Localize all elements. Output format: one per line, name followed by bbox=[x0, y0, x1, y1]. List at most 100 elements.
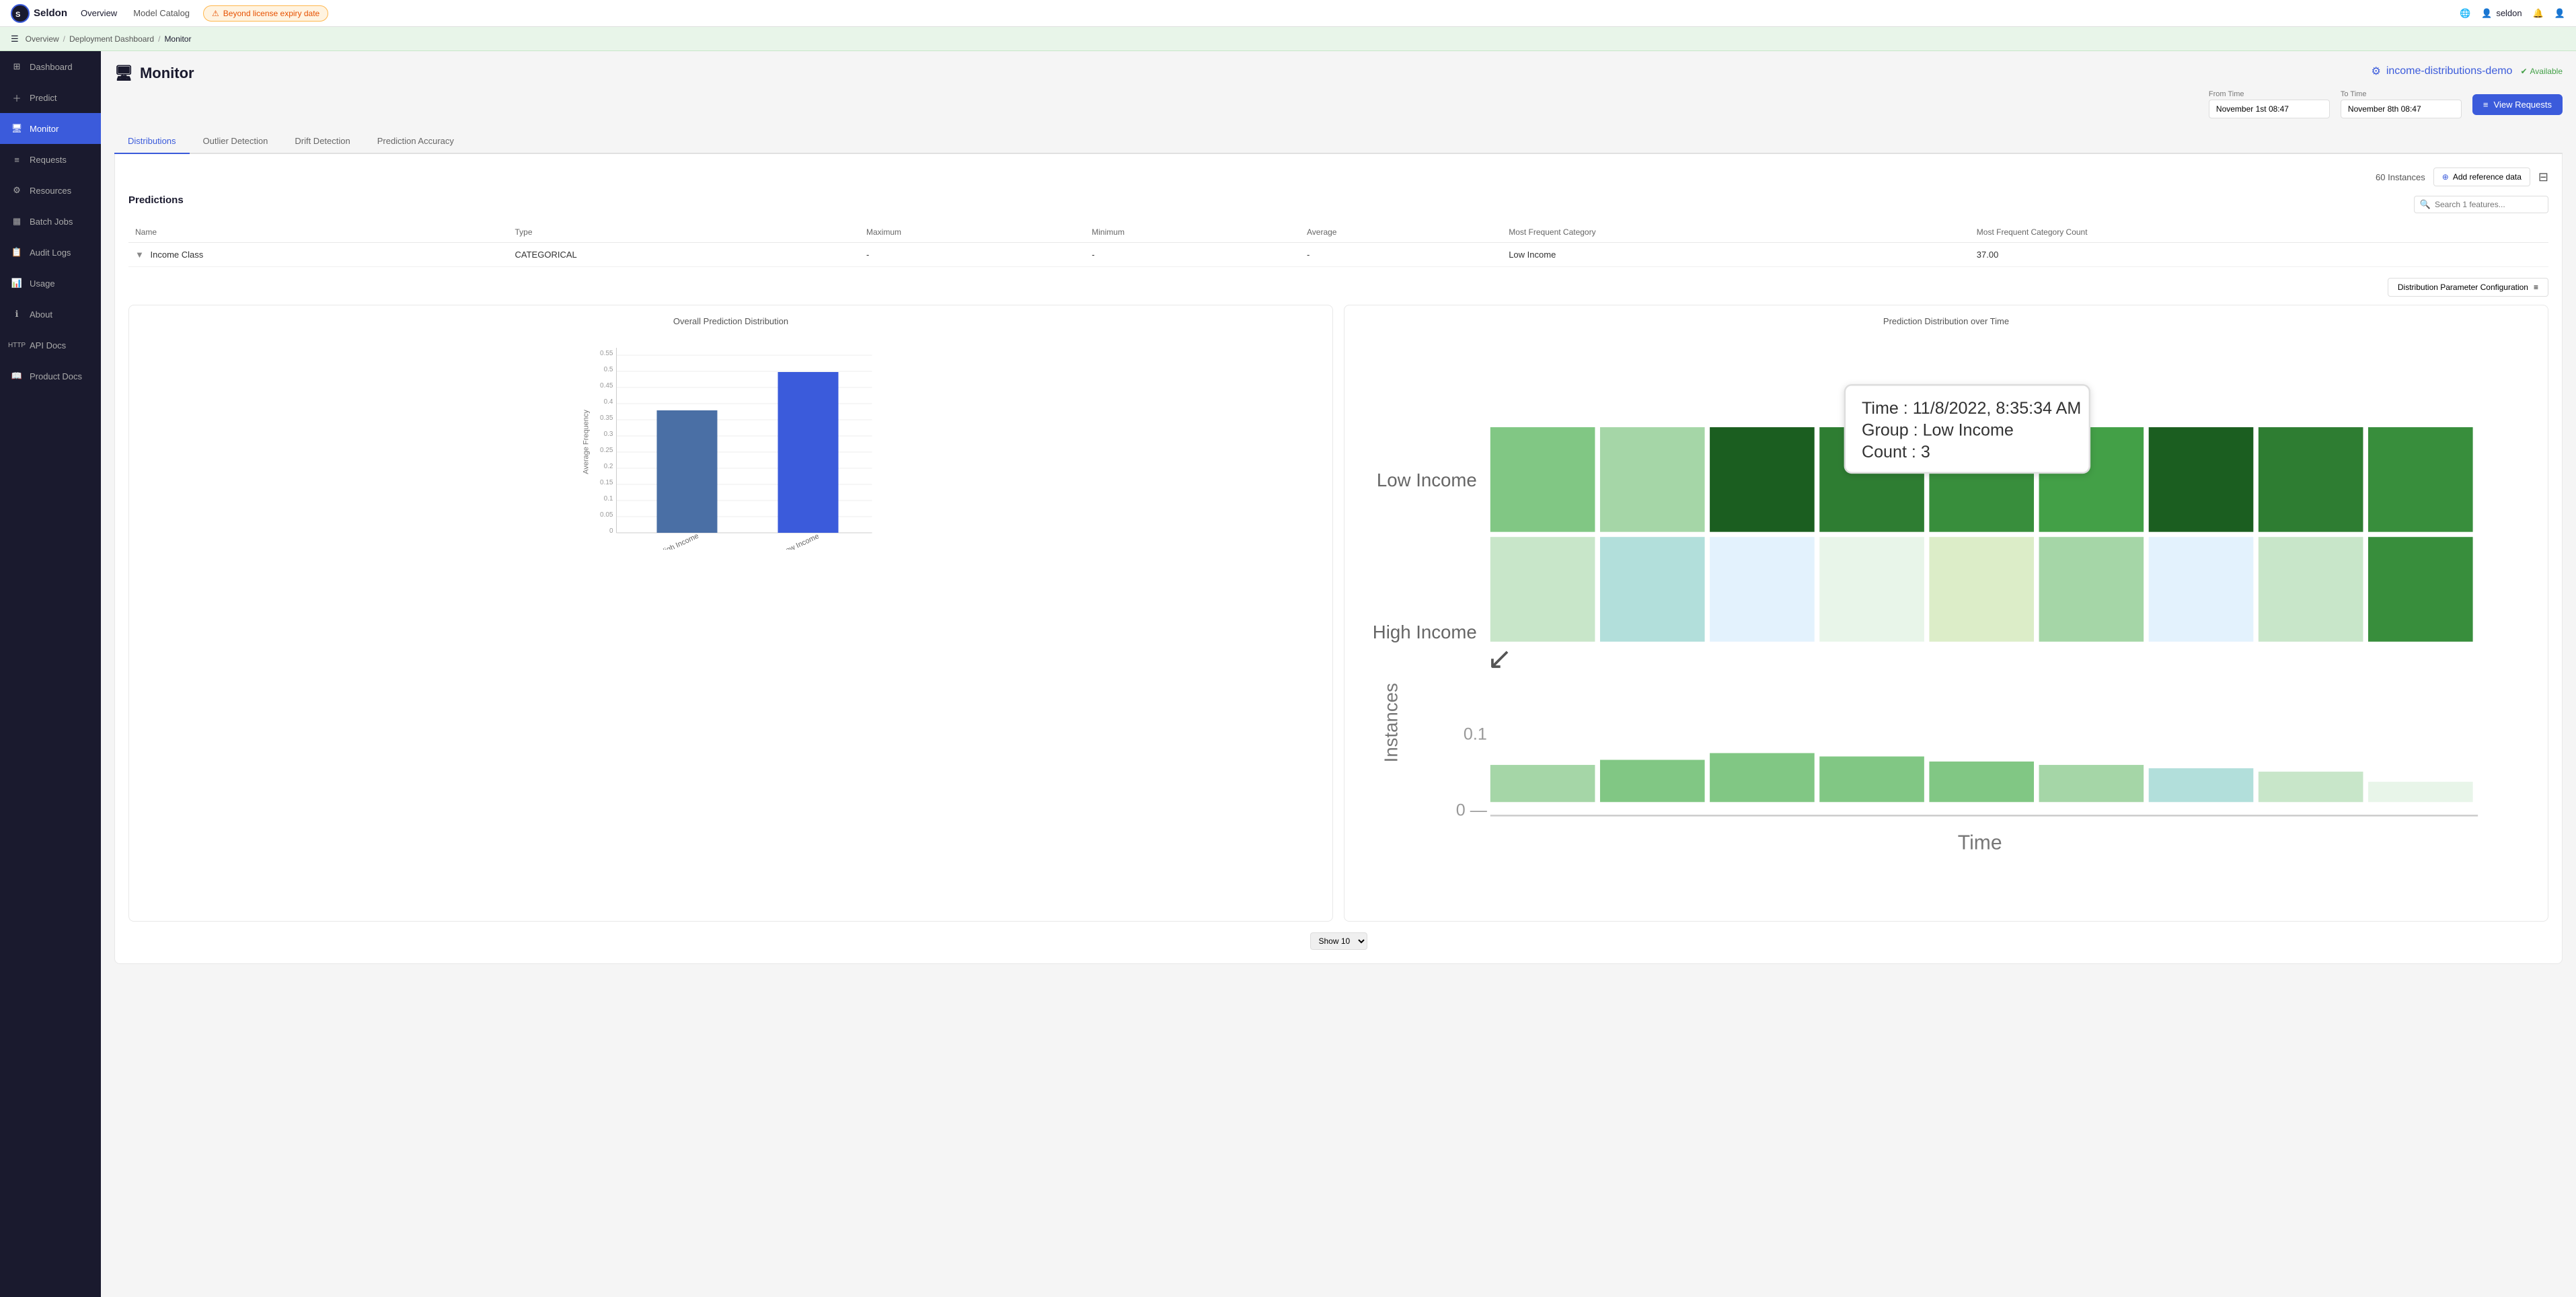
nav-overview[interactable]: Overview bbox=[81, 5, 117, 21]
svg-text:0.45: 0.45 bbox=[600, 382, 613, 390]
nav-model-catalog[interactable]: Model Catalog bbox=[133, 5, 190, 21]
user-info: 👤 seldon bbox=[2481, 8, 2522, 19]
sidebar-label-resources: Resources bbox=[30, 186, 71, 196]
svg-text:0.55: 0.55 bbox=[600, 350, 613, 357]
sidebar-item-usage[interactable]: 📊 Usage bbox=[0, 268, 101, 299]
heatmap-cell[interactable] bbox=[2149, 537, 2254, 642]
sidebar-item-about[interactable]: ℹ About bbox=[0, 299, 101, 330]
view-requests-button[interactable]: ≡ View Requests bbox=[2472, 94, 2563, 115]
sidebar-item-dashboard[interactable]: ⊞ Dashboard bbox=[0, 51, 101, 82]
usage-icon: 📊 bbox=[11, 277, 23, 289]
view-requests-icon: ≡ bbox=[2483, 100, 2489, 110]
account-icon[interactable]: 👤 bbox=[2554, 8, 2565, 19]
heatmap-cell[interactable] bbox=[2259, 537, 2363, 642]
svg-text:0.15: 0.15 bbox=[600, 479, 613, 486]
deployment-info: ⚙ income-distributions-demo ✔ Available bbox=[2371, 65, 2563, 78]
svg-text:0.5: 0.5 bbox=[604, 366, 613, 373]
breadcrumb-deployment[interactable]: Deployment Dashboard bbox=[69, 34, 154, 44]
search-input[interactable] bbox=[2435, 200, 2542, 209]
sidebar-item-requests[interactable]: ≡ Requests bbox=[0, 144, 101, 175]
top-bar: S Seldon Overview Model Catalog ⚠ Beyond… bbox=[0, 0, 2576, 27]
svg-text:0 —: 0 — bbox=[1456, 801, 1488, 819]
heatmap-cell[interactable] bbox=[2368, 427, 2473, 532]
sidebar-item-resources[interactable]: ⚙ Resources bbox=[0, 175, 101, 206]
heatmap-cell[interactable] bbox=[1600, 537, 1705, 642]
show-select-wrap: Show 10 Show 25 Show 50 bbox=[128, 932, 2548, 950]
predictions-title: Predictions bbox=[128, 194, 184, 206]
heatmap-cell[interactable] bbox=[2039, 537, 2144, 642]
cell-max: - bbox=[860, 243, 1085, 267]
menu-icon[interactable]: ☰ bbox=[11, 34, 19, 44]
grid-icon: ⊞ bbox=[11, 61, 23, 73]
sidebar-label-requests: Requests bbox=[30, 155, 67, 165]
gear-icon: ⚙ bbox=[11, 184, 23, 196]
svg-text:0.35: 0.35 bbox=[600, 414, 613, 422]
logo: S Seldon bbox=[11, 4, 67, 23]
sidebar-item-batch-jobs[interactable]: ▦ Batch Jobs bbox=[0, 206, 101, 237]
sidebar-item-product-docs[interactable]: 📖 Product Docs bbox=[0, 361, 101, 392]
tab-outlier-detection[interactable]: Outlier Detection bbox=[190, 129, 282, 154]
sidebar-item-audit-logs[interactable]: 📋 Audit Logs bbox=[0, 237, 101, 268]
svg-text:0.4: 0.4 bbox=[604, 398, 613, 406]
sidebar-label-audit-logs: Audit Logs bbox=[30, 248, 71, 258]
sidebar-item-predict[interactable]: ＋ Predict bbox=[0, 82, 101, 113]
cell-mfcc: 37.00 bbox=[1970, 243, 2548, 267]
sidebar-label-batch-jobs: Batch Jobs bbox=[30, 217, 73, 227]
sidebar-label-monitor: Monitor bbox=[30, 124, 59, 134]
heatmap-cell[interactable] bbox=[1490, 427, 1595, 532]
heatmap-cell[interactable] bbox=[1710, 537, 1815, 642]
bar-chart-svg: Average Frequency 0 0.05 0.1 0.15 0.2 0.… bbox=[140, 334, 1322, 550]
svg-text:Instances: Instances bbox=[1381, 683, 1402, 762]
cell-min: - bbox=[1085, 243, 1300, 267]
sidebar-item-api-docs[interactable]: HTTP API Docs bbox=[0, 330, 101, 361]
filter-button[interactable]: ⊟ bbox=[2538, 170, 2548, 184]
breadcrumb: ☰ Overview / Deployment Dashboard / Moni… bbox=[0, 27, 2576, 51]
heatmap-cell[interactable] bbox=[2368, 537, 2473, 642]
svg-text:Time : 11/8/2022, 8:35:34 AM: Time : 11/8/2022, 8:35:34 AM bbox=[1862, 399, 2081, 418]
sidebar-label-predict: Predict bbox=[30, 93, 56, 103]
dist-config-button[interactable]: Distribution Parameter Configuration ≡ bbox=[2388, 278, 2548, 297]
sidebar-item-monitor[interactable]: 🖥 Monitor bbox=[0, 113, 101, 144]
show-select[interactable]: Show 10 Show 25 Show 50 bbox=[1310, 932, 1367, 950]
time-controls: From Time To Time ≡ View Requests bbox=[114, 90, 2563, 118]
sidebar-label-api-docs: API Docs bbox=[30, 340, 66, 350]
bell-icon[interactable]: 🔔 bbox=[2533, 8, 2544, 19]
heatmap-cell[interactable] bbox=[2259, 427, 2363, 532]
add-ref-icon: ⊕ bbox=[2442, 172, 2449, 182]
heatmap-cell[interactable] bbox=[1929, 537, 2034, 642]
heatmap-card: Prediction Distribution over Time Low In… bbox=[1344, 305, 2548, 922]
instances-count: 60 Instances bbox=[2376, 172, 2425, 182]
tab-prediction-accuracy[interactable]: Prediction Accuracy bbox=[364, 129, 467, 154]
top-bar-right: 🌐 👤 seldon 🔔 👤 bbox=[2460, 8, 2565, 19]
heatmap-cell[interactable] bbox=[2149, 427, 2254, 532]
to-time-input[interactable] bbox=[2341, 100, 2462, 118]
bar-chart-wrap: Average Frequency 0 0.05 0.1 0.15 0.2 0.… bbox=[140, 334, 1322, 550]
predictions-table: Name Type Maximum Minimum Average Most F… bbox=[128, 222, 2548, 267]
page-title: 🖥 Monitor bbox=[114, 65, 194, 82]
heatmap-cell[interactable] bbox=[1819, 537, 1924, 642]
col-min: Minimum bbox=[1085, 222, 1300, 243]
barchart-icon: ▦ bbox=[11, 215, 23, 227]
table-toolbar-right: 60 Instances ⊕ Add reference data ⊟ bbox=[2376, 168, 2548, 186]
bar-high-income[interactable] bbox=[657, 410, 718, 533]
heatmap-cell[interactable] bbox=[1490, 537, 1595, 642]
svg-text:↙: ↙ bbox=[1487, 641, 1513, 675]
bar-chart-title: Overall Prediction Distribution bbox=[140, 316, 1322, 326]
breadcrumb-overview[interactable]: Overview bbox=[26, 34, 59, 44]
main-content: 🖥 Monitor ⚙ income-distributions-demo ✔ … bbox=[101, 51, 2576, 1297]
tab-distributions[interactable]: Distributions bbox=[114, 129, 190, 154]
sidebar-label-about: About bbox=[30, 309, 52, 320]
deployment-icon: ⚙ bbox=[2371, 65, 2380, 78]
add-reference-button[interactable]: ⊕ Add reference data bbox=[2433, 168, 2530, 186]
bar-low-income[interactable] bbox=[778, 372, 839, 533]
col-avg: Average bbox=[1300, 222, 1502, 243]
sidebar: ⊞ Dashboard ＋ Predict 🖥 Monitor ≡ Reques… bbox=[0, 51, 101, 1297]
expand-icon[interactable]: ▼ bbox=[135, 250, 144, 260]
heatmap-cell[interactable] bbox=[1600, 427, 1705, 532]
heatmap-cell[interactable] bbox=[1710, 427, 1815, 532]
from-time-input[interactable] bbox=[2209, 100, 2330, 118]
svg-text:0.25: 0.25 bbox=[600, 447, 613, 454]
tab-drift-detection[interactable]: Drift Detection bbox=[281, 129, 363, 154]
table-toolbar: 60 Instances ⊕ Add reference data ⊟ bbox=[128, 168, 2548, 186]
from-time-label: From Time bbox=[2209, 90, 2330, 98]
